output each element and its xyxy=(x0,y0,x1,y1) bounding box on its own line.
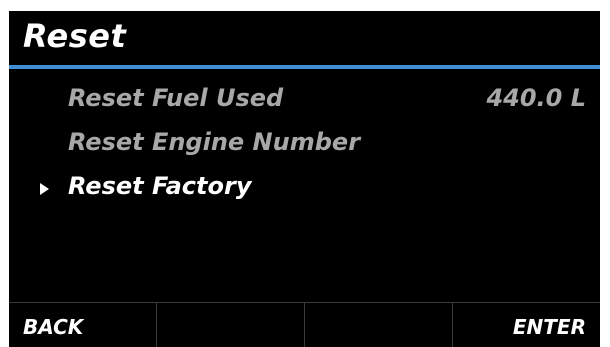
page-title: Reset xyxy=(23,17,127,55)
fuel-used-value: 440.0 L xyxy=(486,84,586,112)
enter-button-label: ENTER xyxy=(512,315,586,339)
menu-item-reset-fuel-used[interactable]: Reset Fuel Used 440.0 L xyxy=(9,81,600,125)
menu-item-reset-factory[interactable]: Reset Factory xyxy=(9,169,600,213)
softkey-2[interactable] xyxy=(157,303,305,347)
back-button[interactable]: BACK xyxy=(9,303,157,347)
enter-button[interactable]: ENTER xyxy=(453,303,600,347)
menu-item-reset-engine-number[interactable]: Reset Engine Number xyxy=(9,125,600,169)
softkey-bar: BACK ENTER xyxy=(9,302,600,347)
reset-menu: Reset Fuel Used 440.0 L Reset Engine Num… xyxy=(9,81,600,213)
triangle-right-icon xyxy=(40,183,49,195)
back-button-label: BACK xyxy=(23,315,84,339)
menu-item-label: Reset Fuel Used xyxy=(68,84,284,112)
title-bar: Reset xyxy=(9,11,600,69)
softkey-3[interactable] xyxy=(305,303,453,347)
menu-item-label: Reset Engine Number xyxy=(68,128,361,156)
display-screen: Reset Reset Fuel Used 440.0 L Reset Engi… xyxy=(9,11,600,347)
title-divider xyxy=(9,65,600,69)
menu-item-label: Reset Factory xyxy=(68,172,252,200)
